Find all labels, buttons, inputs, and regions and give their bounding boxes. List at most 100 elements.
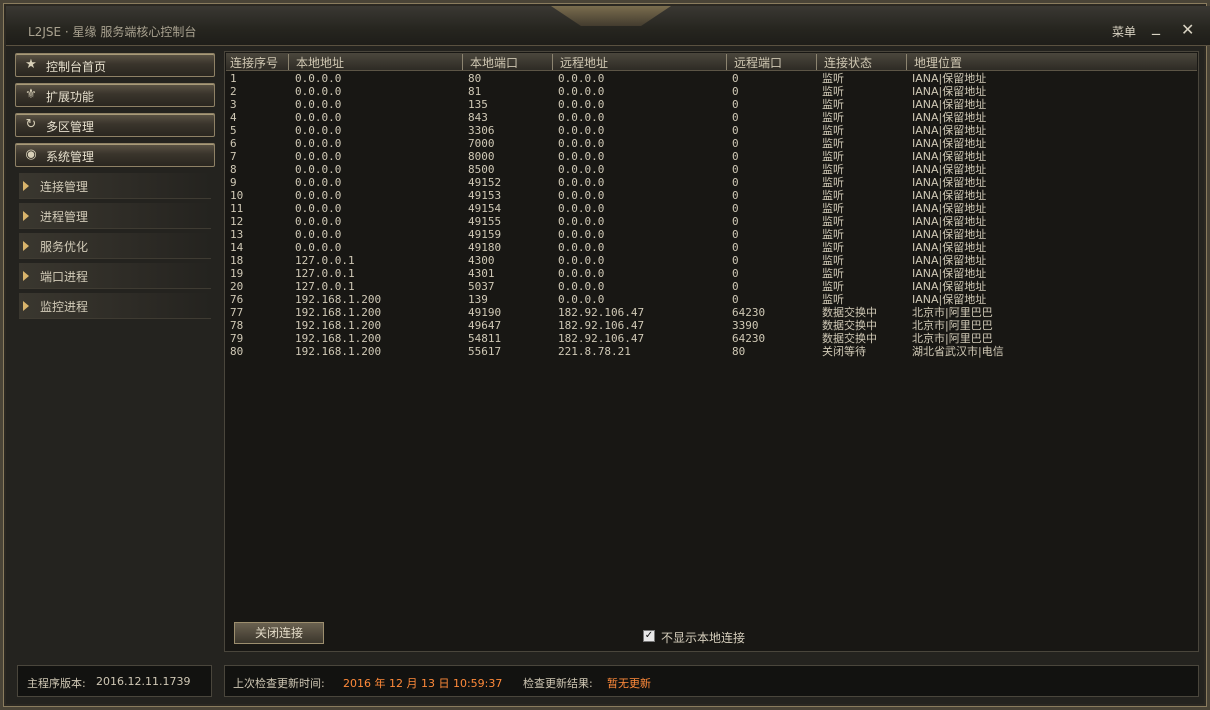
table-row[interactable]: 9 0.0.0.0 49152 0.0.0.0 0 监听 IANA|保留地址 (226, 176, 1197, 189)
table-cell: 20 (230, 280, 244, 293)
table-row[interactable]: 19 127.0.0.1 4301 0.0.0.0 0 监听 IANA|保留地址 (226, 267, 1197, 280)
table-cell: IANA|保留地址 (912, 267, 987, 280)
sidebar-item-optimize[interactable]: 服务优化 (19, 233, 211, 259)
table-row[interactable]: 18 127.0.0.1 4300 0.0.0.0 0 监听 IANA|保留地址 (226, 254, 1197, 267)
table-cell: 0.0.0.0 (295, 163, 342, 176)
table-cell: 49154 (468, 202, 502, 215)
table-cell: IANA|保留地址 (912, 254, 987, 267)
nav-console-home[interactable]: ★ 控制台首页 (15, 53, 215, 77)
table-cell: 49190 (468, 306, 502, 319)
table-cell: 0.0.0.0 (558, 267, 605, 280)
table-cell: 77 (230, 306, 244, 319)
table-cell: 0.0.0.0 (295, 241, 342, 254)
table-cell: 54811 (468, 332, 502, 345)
table-cell: 7 (230, 150, 237, 163)
nav-label: 多区管理 (46, 120, 95, 134)
table-cell: 0.0.0.0 (295, 72, 342, 85)
table-cell: 55617 (468, 345, 502, 358)
sidebar-item-label: 端口进程 (40, 270, 89, 284)
table-cell: 0.0.0.0 (558, 111, 605, 124)
title-ornament (551, 6, 671, 26)
table-row[interactable]: 76 192.168.1.200 139 0.0.0.0 0 监听 IANA|保留地址 (226, 293, 1197, 306)
table-row[interactable]: 13 0.0.0.0 49159 0.0.0.0 0 监听 IANA|保留地址 (226, 228, 1197, 241)
column-header[interactable]: 远程端口 (726, 54, 782, 70)
table-cell: IANA|保留地址 (912, 85, 987, 98)
column-header[interactable]: 本地端口 (462, 54, 518, 70)
table-cell: 10 (230, 189, 244, 202)
table-cell: 北京市|阿里巴巴 (912, 332, 993, 345)
table-cell: 6 (230, 137, 237, 150)
table-cell: 监听 (822, 150, 844, 163)
table-cell: 127.0.0.1 (295, 267, 355, 280)
table-row[interactable]: 1 0.0.0.0 80 0.0.0.0 0 监听 IANA|保留地址 (226, 72, 1197, 85)
table-row[interactable]: 77 192.168.1.200 49190 182.92.106.47 64230 数据… (226, 306, 1197, 319)
table-cell: 0.0.0.0 (558, 137, 605, 150)
table-header: 连接序号 本地地址 本地端口 远程地址 远程端口 连接状态 地理位置 (226, 53, 1197, 71)
table-row[interactable]: 14 0.0.0.0 49180 0.0.0.0 0 监听 IANA|保留地址 (226, 241, 1197, 254)
table-row[interactable]: 78 192.168.1.200 49647 182.92.106.47 3390 数据交… (226, 319, 1197, 332)
table-cell: 0 (732, 150, 739, 163)
table-row[interactable]: 2 0.0.0.0 81 0.0.0.0 0 监听 IANA|保留地址 (226, 85, 1197, 98)
sidebar-item-processes[interactable]: 进程管理 (19, 203, 211, 229)
table-cell: 49159 (468, 228, 502, 241)
table-cell: 0 (732, 202, 739, 215)
table-cell: 数据交换中 (822, 332, 877, 345)
arrow-right-icon (23, 301, 29, 311)
table-row[interactable]: 7 0.0.0.0 8000 0.0.0.0 0 监听 IANA|保留地址 (226, 150, 1197, 163)
sidebar-item-connections[interactable]: 连接管理 (19, 173, 211, 199)
table-cell: 0.0.0.0 (558, 150, 605, 163)
close-connection-button[interactable]: 关闭连接 (234, 622, 324, 644)
table-cell: 0 (732, 111, 739, 124)
table-row[interactable]: 79 192.168.1.200 54811 182.92.106.47 64230 数据… (226, 332, 1197, 345)
table-cell: 监听 (822, 98, 844, 111)
nav-extensions[interactable]: ⚜ 扩展功能 (15, 83, 215, 107)
last-check-value: 2016 年 12 月 13 日 10:59:37 (343, 677, 503, 690)
close-button[interactable]: ✕ (1181, 20, 1194, 39)
table-cell: 0.0.0.0 (295, 202, 342, 215)
sidebar-item-port-process[interactable]: 端口进程 (19, 263, 211, 289)
table-row[interactable]: 6 0.0.0.0 7000 0.0.0.0 0 监听 IANA|保留地址 (226, 137, 1197, 150)
table-cell: 182.92.106.47 (558, 306, 645, 319)
table-cell: IANA|保留地址 (912, 124, 987, 137)
hide-local-checkbox[interactable]: ✓ (643, 630, 655, 642)
column-header[interactable]: 连接状态 (816, 54, 872, 70)
table-cell: IANA|保留地址 (912, 111, 987, 124)
table-cell: 139 (468, 293, 488, 306)
column-header[interactable]: 远程地址 (552, 54, 608, 70)
table-cell: 监听 (822, 189, 844, 202)
table-cell: 0.0.0.0 (295, 189, 342, 202)
table-cell: 78 (230, 319, 244, 332)
table-row[interactable]: 10 0.0.0.0 49153 0.0.0.0 0 监听 IANA|保留地址 (226, 189, 1197, 202)
version-label: 主程序版本: (27, 677, 86, 690)
table-cell: 湖北省武汉市|电信 (912, 345, 1004, 358)
table-row[interactable]: 8 0.0.0.0 8500 0.0.0.0 0 监听 IANA|保留地址 (226, 163, 1197, 176)
table-row[interactable]: 11 0.0.0.0 49154 0.0.0.0 0 监听 IANA|保留地址 (226, 202, 1197, 215)
minimize-button[interactable]: _ (1152, 16, 1160, 35)
table-row[interactable]: 20 127.0.0.1 5037 0.0.0.0 0 监听 IANA|保留地址 (226, 280, 1197, 293)
table-cell: 4300 (468, 254, 495, 267)
sidebar-item-monitor[interactable]: 监控进程 (19, 293, 211, 319)
table-cell: 0 (732, 137, 739, 150)
nav-system-management[interactable]: ◉ 系统管理 (15, 143, 215, 167)
table-row[interactable]: 12 0.0.0.0 49155 0.0.0.0 0 监听 IANA|保留地址 (226, 215, 1197, 228)
menu-button[interactable]: 菜单 (1112, 23, 1136, 40)
table-row[interactable]: 80 192.168.1.200 55617 221.8.78.21 80 关闭等待 湖北省… (226, 345, 1197, 358)
column-header[interactable]: 地理位置 (906, 54, 962, 70)
table-cell: 监听 (822, 202, 844, 215)
table-cell: 0.0.0.0 (558, 293, 605, 306)
table-cell: 0.0.0.0 (295, 176, 342, 189)
table-row[interactable]: 5 0.0.0.0 3306 0.0.0.0 0 监听 IANA|保留地址 (226, 124, 1197, 137)
table-cell: 监听 (822, 215, 844, 228)
table-row[interactable]: 4 0.0.0.0 843 0.0.0.0 0 监听 IANA|保留地址 (226, 111, 1197, 124)
table-cell: 0.0.0.0 (295, 150, 342, 163)
nav-multi-zone[interactable]: ↻ 多区管理 (15, 113, 215, 137)
table-row[interactable]: 3 0.0.0.0 135 0.0.0.0 0 监听 IANA|保留地址 (226, 98, 1197, 111)
status-bar: 上次检查更新时间: 2016 年 12 月 13 日 10:59:37 检查更新… (224, 665, 1199, 697)
app-title: L2JSE · 星缘 服务端核心控制台 (28, 25, 197, 39)
table-cell: 监听 (822, 241, 844, 254)
column-header[interactable]: 本地地址 (288, 54, 344, 70)
table-cell: 0 (732, 98, 739, 111)
column-header[interactable]: 连接序号 (230, 54, 278, 70)
table-cell: 192.168.1.200 (295, 319, 382, 332)
table-cell: 0.0.0.0 (295, 215, 342, 228)
